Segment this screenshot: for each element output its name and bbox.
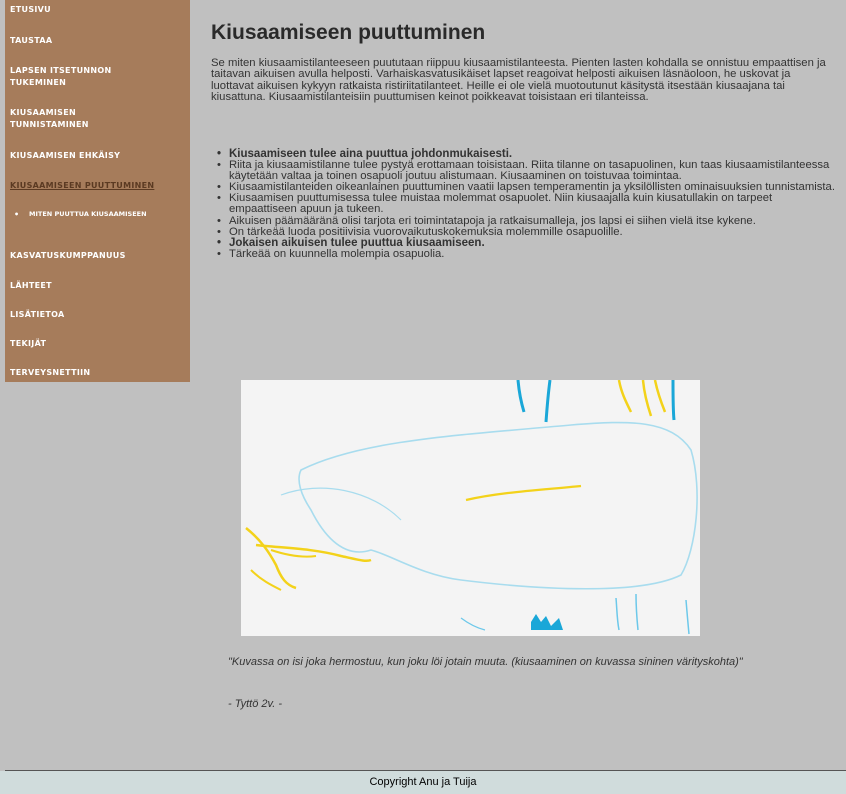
nav-lahteet[interactable]: LÄHTEET — [10, 280, 188, 292]
copyright-text: Copyright Anu ja Tuija — [369, 776, 477, 788]
main-content: Kiusaamiseen puuttuminen Se miten kiusaa… — [211, 20, 841, 260]
nav-etusivu[interactable]: ETUSIVU — [10, 4, 188, 16]
nav-tekijat[interactable]: TEKIJÄT — [10, 338, 188, 350]
drawing-author: - Tyttö 2v. - — [228, 698, 282, 710]
nav-terveysnettiin[interactable]: TERVEYSNETTIIN — [10, 367, 188, 379]
nav-sub-miten-puuttua[interactable]: • MITEN PUUTTUA KIUSAAMISEEN — [14, 209, 179, 220]
drawing-caption: "Kuvassa on isi joka hermostuu, kun joku… — [228, 656, 743, 668]
nav-kiusaamisen-tunnistaminen[interactable]: KIUSAAMISEN TUNNISTAMINEN — [10, 107, 130, 131]
nav-taustaa[interactable]: TAUSTAA — [10, 35, 188, 47]
footer: Copyright Anu ja Tuija — [0, 771, 846, 794]
intro-paragraph: Se miten kiusaamistilanteeseen puututaan… — [211, 57, 826, 103]
nav-lisatietoa[interactable]: LISÄTIETOA — [10, 309, 188, 321]
nav-kasvatuskumppanuus[interactable]: KASVATUSKUMPPANUUS — [10, 250, 188, 262]
nav-kiusaamisen-ehkaisy[interactable]: KIUSAAMISEN EHKÄISY — [10, 150, 188, 162]
child-drawing-svg — [241, 379, 700, 636]
nav-lapsen-itsetunnon-tukeminen[interactable]: LAPSEN ITSETUNNON TUKEMINEN — [10, 65, 160, 89]
advice-list: Kiusaamiseen tulee aina puuttua johdonmu… — [217, 148, 837, 260]
list-item: Riita ja kiusaamistilanne tulee pystyä e… — [217, 159, 837, 182]
list-item: Kiusaamisen puuttumisessa tulee muistaa … — [217, 193, 837, 215]
page-title: Kiusaamiseen puuttuminen — [211, 21, 486, 44]
nav-kiusaamiseen-puuttuminen[interactable]: KIUSAAMISEEN PUUTTUMINEN — [10, 180, 188, 192]
list-item: Aikuisen päämääränä olisi tarjota eri to… — [217, 215, 837, 227]
bullet-icon: • — [14, 210, 20, 219]
list-item: Tärkeää on kuunnella molempia osapuolia. — [217, 248, 837, 260]
sidebar-nav: ETUSIVU TAUSTAA LAPSEN ITSETUNNON TUKEMI… — [5, 0, 190, 382]
child-drawing-image — [241, 379, 700, 636]
nav-sub-label: MITEN PUUTTUA KIUSAAMISEEN — [29, 210, 147, 218]
